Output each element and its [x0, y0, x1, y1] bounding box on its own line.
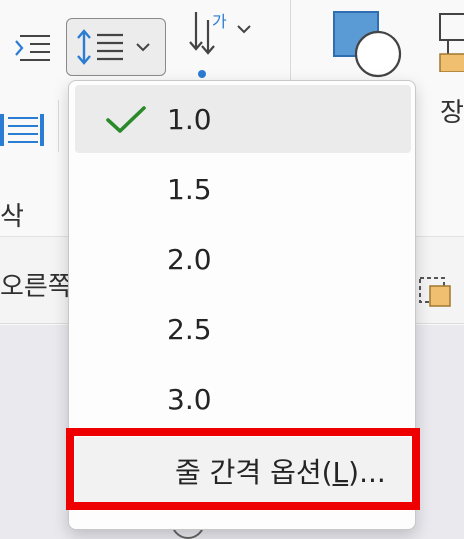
shapes-button[interactable] — [330, 8, 404, 80]
separator — [58, 100, 59, 152]
arrange-icon — [439, 13, 464, 72]
indicator-dot — [198, 70, 206, 78]
accelerator-key: L — [332, 456, 349, 489]
bring-forward-button[interactable] — [418, 268, 464, 314]
sort-icon-text: 가 — [212, 12, 227, 31]
chevron-down-icon — [136, 43, 150, 52]
line-spacing-option-2-5[interactable]: 2.5 — [75, 295, 411, 363]
line-spacing-button[interactable] — [66, 18, 166, 76]
line-spacing-option-1-0[interactable]: 1.0 — [75, 85, 411, 153]
line-spacing-option-1-5[interactable]: 1.5 — [75, 155, 411, 223]
increase-indent-button[interactable] — [10, 28, 54, 64]
menu-item-label: 2.5 — [167, 312, 212, 346]
arrange-button[interactable] — [436, 10, 464, 72]
checkmark-icon — [106, 106, 146, 133]
menu-item-label: 2.0 — [167, 242, 212, 276]
bring-forward-icon — [419, 277, 451, 307]
ribbon-fragment-label: 장 — [440, 98, 464, 128]
shapes-icon — [333, 11, 402, 78]
justify-icon — [0, 114, 44, 146]
line-spacing-options-label: 줄 간격 옵션(L)... — [175, 456, 386, 489]
ribbon-fragment-left: 삭 — [0, 202, 24, 232]
line-spacing-icon — [77, 29, 150, 65]
group-separator — [290, 0, 291, 80]
menu-item-label: 1.5 — [167, 172, 212, 206]
line-spacing-menu: 1.0 1.5 2.0 2.5 3.0 줄 간격 옵션(L)... — [68, 80, 416, 530]
line-spacing-options-item[interactable]: 줄 간격 옵션(L)... — [75, 437, 411, 505]
line-spacing-option-2-0[interactable]: 2.0 — [75, 225, 411, 293]
justify-button[interactable] — [0, 108, 48, 152]
line-spacing-option-3-0[interactable]: 3.0 — [75, 365, 411, 433]
menu-item-label: 1.0 — [167, 102, 212, 136]
text-wrap-label: 오른쪽 — [0, 272, 72, 302]
menu-item-label: 3.0 — [167, 382, 212, 416]
increase-indent-icon — [15, 35, 50, 61]
sort-button[interactable]: 가 — [184, 4, 262, 62]
